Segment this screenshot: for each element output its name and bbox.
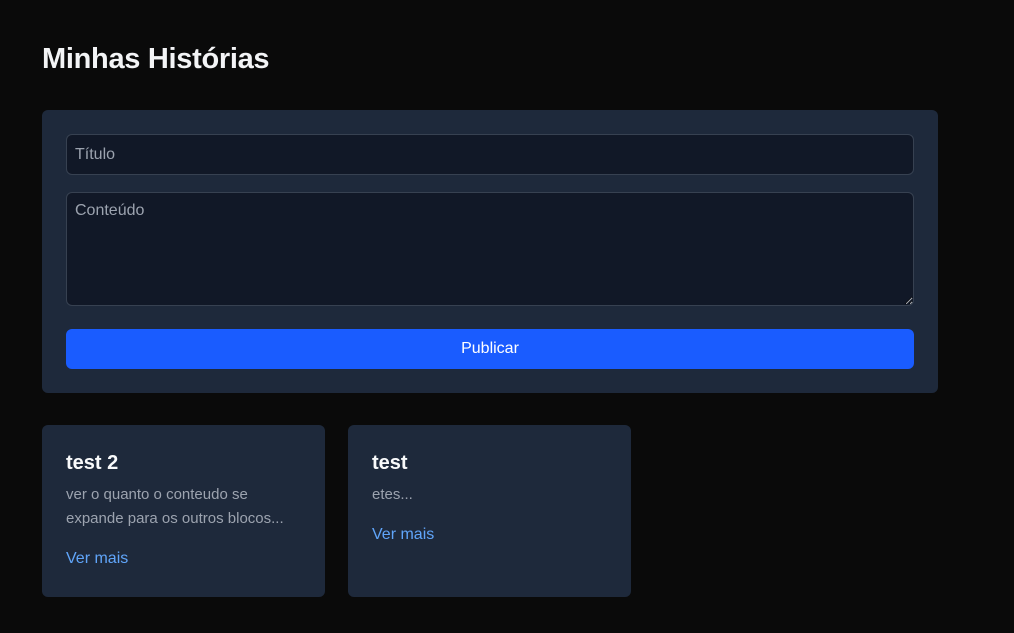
title-input[interactable] bbox=[66, 134, 914, 175]
story-card: test 2 ver o quanto o conteudo se expand… bbox=[42, 425, 325, 597]
story-title: test 2 bbox=[66, 452, 119, 474]
read-more-link[interactable]: Ver mais bbox=[372, 526, 434, 543]
content-textarea[interactable] bbox=[66, 192, 914, 306]
story-excerpt: etes... bbox=[372, 486, 413, 503]
page: Minhas Histórias Publicar test 2 ver o q… bbox=[0, 0, 1014, 633]
story-title: test bbox=[372, 452, 408, 474]
story-card: test etes... Ver mais bbox=[348, 425, 631, 597]
page-title: Minhas Histórias bbox=[42, 43, 270, 75]
story-form: Publicar bbox=[42, 110, 938, 393]
publish-button[interactable]: Publicar bbox=[66, 329, 914, 369]
read-more-link[interactable]: Ver mais bbox=[66, 550, 128, 567]
story-excerpt: ver o quanto o conteudo se expande para … bbox=[66, 486, 284, 527]
